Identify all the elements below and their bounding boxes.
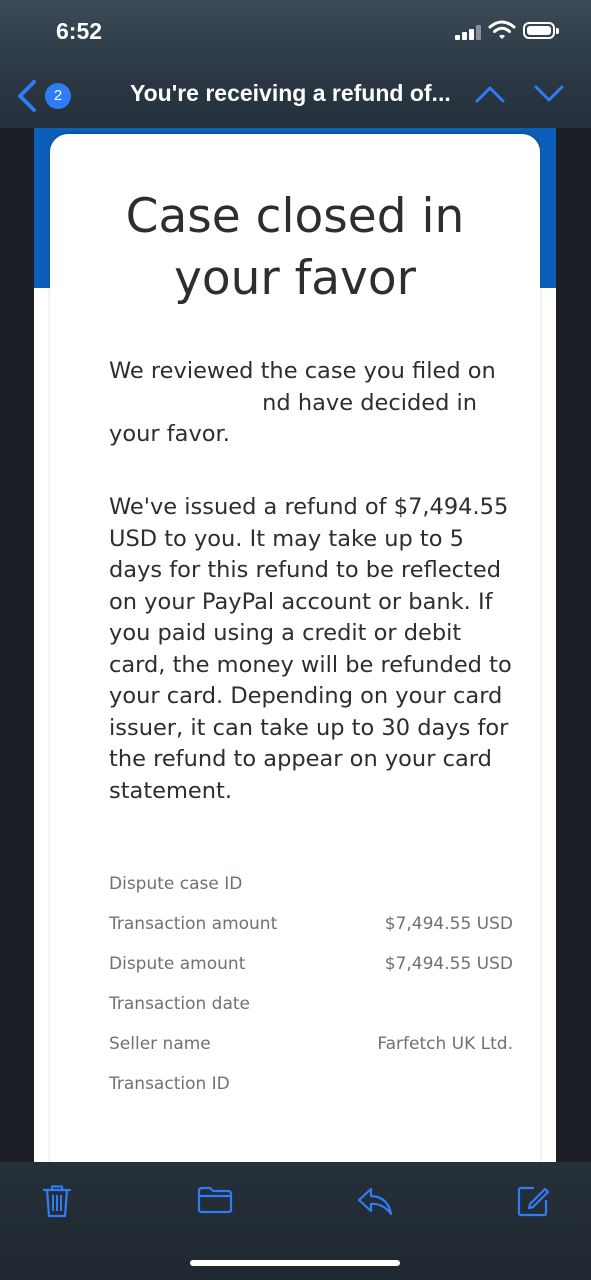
detail-label: Dispute case ID — [109, 874, 243, 894]
detail-value: $7,494.55 USD — [384, 954, 513, 974]
battery-icon — [523, 22, 559, 39]
detail-label: Dispute amount — [109, 954, 246, 974]
compose-icon[interactable] — [516, 1184, 550, 1218]
back-chevron-icon[interactable] — [14, 78, 40, 114]
folder-icon[interactable] — [197, 1186, 233, 1214]
trash-icon[interactable] — [42, 1184, 72, 1218]
previous-message-chevron-up-icon[interactable] — [474, 84, 506, 104]
email-body[interactable]: Case closed in your favor We reviewed th… — [34, 128, 556, 1162]
message-subject-title: You're receiving a refund of... — [130, 80, 451, 106]
home-indicator[interactable] — [190, 1260, 400, 1266]
detail-label: Transaction date — [109, 994, 250, 1014]
email-card: Case closed in your favor We reviewed th… — [50, 134, 540, 1162]
next-message-chevron-down-icon[interactable] — [533, 84, 565, 104]
detail-row-seller-name: Seller name Farfetch UK Ltd. — [109, 1034, 519, 1074]
detail-value: $7,494.55 USD — [384, 914, 513, 934]
detail-value: Farfetch UK Ltd. — [377, 1034, 513, 1054]
status-time: 6:52 — [56, 18, 103, 44]
detail-row-transaction-id: Transaction ID — [109, 1074, 519, 1114]
headline: Case closed in your favor — [50, 186, 540, 310]
headline-line-2: your favor — [174, 251, 416, 306]
cellular-signal-icon — [455, 24, 483, 40]
refund-info-paragraph: We've issued a refund of $7,494.55 USD t… — [109, 494, 512, 804]
detail-row-dispute-amount: Dispute amount $7,494.55 USD — [109, 954, 519, 994]
detail-row-transaction-date: Transaction date — [109, 994, 519, 1034]
detail-label: Seller name — [109, 1034, 211, 1054]
detail-label: Transaction amount — [109, 914, 278, 934]
case-review-paragraph: We reviewed the case you filed on nd hav… — [109, 356, 519, 451]
detail-label: Transaction ID — [109, 1074, 230, 1094]
wifi-icon — [488, 20, 516, 39]
headline-line-1: Case closed in — [125, 189, 465, 244]
dispute-details-table: Dispute case ID Transaction amount $7,49… — [109, 874, 519, 1114]
redacted-date — [109, 391, 255, 414]
paragraph-text-start: We reviewed the case you filed on — [109, 358, 496, 384]
detail-row-transaction-amount: Transaction amount $7,494.55 USD — [109, 914, 519, 954]
reply-icon[interactable] — [357, 1186, 393, 1216]
detail-row-dispute-case-id: Dispute case ID — [109, 874, 519, 914]
unread-count-badge[interactable]: 2 — [45, 83, 71, 109]
